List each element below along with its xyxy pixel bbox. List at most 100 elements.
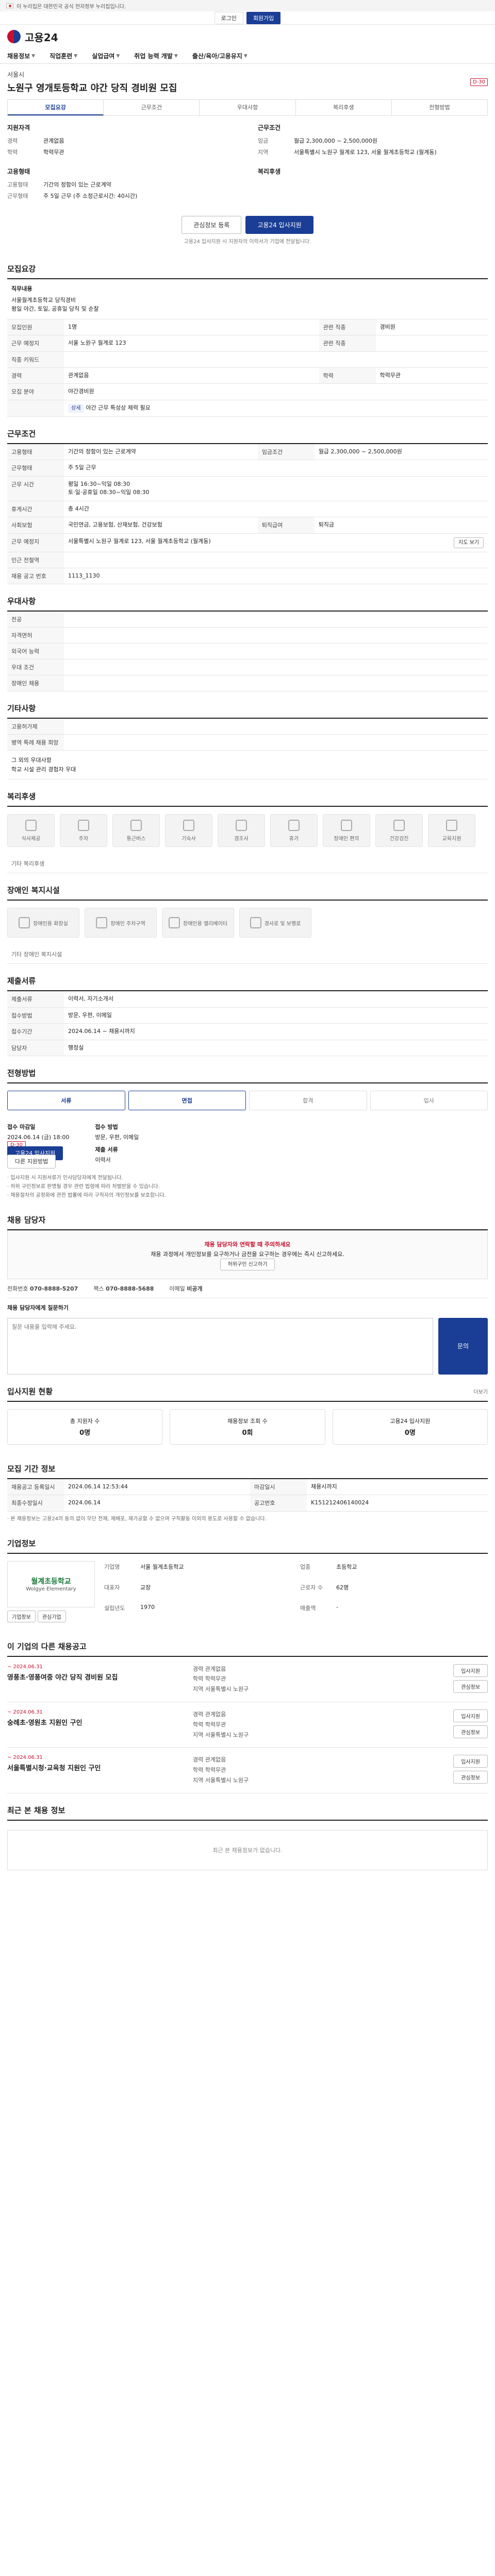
table-row: 장애인 채용: [7, 675, 488, 692]
section-title: 모집요강: [7, 263, 488, 279]
scrap-small-button[interactable]: 관심정보: [453, 1680, 488, 1693]
list-item[interactable]: ~ 2024.06.31 숭례초·영원초 지원인 구인 경력 관계없음 학력 학력무…: [7, 1702, 488, 1748]
more-link[interactable]: 더보기: [473, 1387, 488, 1395]
section-title: 입사지원 현황 더보기: [7, 1386, 488, 1402]
etc-section: 기타사항 고용허가제 병역 특례 채용 희망 그 외의 우대사항 학교 시설 관…: [7, 703, 488, 780]
method-head: 접수 방법: [95, 1124, 118, 1131]
apply-small-button[interactable]: 입사지원: [453, 1709, 488, 1722]
job-description: 직무내용 서울월계초등학교 당직경비 평일 야간, 토일, 공휴일 당직 및 순…: [7, 279, 488, 319]
table-row: 모집 분야 야간경비원: [7, 383, 488, 400]
scrap-small-button[interactable]: 관심정보: [453, 1725, 488, 1738]
apply-small-button[interactable]: 입사지원: [453, 1664, 488, 1677]
summary-value: 학력무관: [43, 149, 64, 156]
selection-notes: · 입사지원 시 지원서류가 인사담당자에게 전달됩니다. · 허위 구인정보로…: [7, 1175, 166, 1199]
elevator-icon: 장애인용 엘리베이터: [162, 908, 234, 938]
tab-selection[interactable]: 전형방법: [392, 100, 487, 115]
welfare-section: 복리후생 식사제공 주차 통근버스 기숙사 경조사 휴가 장애인 편의 건강검진…: [7, 791, 488, 874]
report-button[interactable]: 허위구인 신고하기: [220, 1258, 275, 1270]
stat-card: 채용정보 조회 수 0회: [170, 1409, 325, 1445]
section-title: 기업정보: [7, 1538, 488, 1554]
welfare-access-icon: 장애인 편의: [323, 814, 370, 848]
step-item: 면접: [128, 1091, 246, 1111]
gov-banner-text: 이 누리집은 대한민국 공식 전자정부 누리집입니다.: [16, 4, 126, 10]
question-input[interactable]: [7, 1317, 433, 1375]
docs-table: 제출서류 이력서, 자기소개서 접수방법 방문, 우편, 이메일 접수기간 2024.…: [7, 991, 488, 1057]
table-row: 병역 특례 채용 희망: [7, 734, 488, 751]
gnb-item[interactable]: 직업훈련 ▼: [50, 52, 77, 60]
section-title: 근무조건: [7, 428, 488, 444]
table-row: 접수기간 2024.06.14 ~ 채용시까지: [7, 1023, 488, 1040]
tab-recruit[interactable]: 모집요강: [8, 100, 104, 115]
table-row: 우대 조건: [7, 659, 488, 676]
alt-apply-button[interactable]: 다른 지원방법: [7, 1155, 56, 1169]
gnb-item[interactable]: 출산/육아/고용유지 ▼: [192, 52, 248, 60]
tab-preferences[interactable]: 우대사항: [200, 100, 296, 115]
brand-name[interactable]: 고용24: [25, 29, 58, 44]
docs-section: 제출서류 제출서류 이력서, 자기소개서 접수방법 방문, 우편, 이메일 접수기간…: [7, 975, 488, 1057]
tab-welfare[interactable]: 복리후생: [296, 100, 392, 115]
recent-empty: 최근 본 채용정보가 없습니다.: [7, 1829, 488, 1870]
step-item: 입사: [370, 1091, 488, 1111]
map-button[interactable]: 지도 보기: [454, 537, 484, 548]
preferences-table: 전공 자격면허 외국어 능력 우대 조건 장애인 채용: [7, 612, 488, 692]
contact-row: 전화번호 070-8888-5207 팩스 070-8888-5688 이메일 …: [7, 1279, 488, 1298]
dday-badge: D-30: [470, 78, 488, 86]
join-button[interactable]: 회원가입: [246, 11, 281, 24]
logo-icon[interactable]: [7, 30, 21, 43]
welfare-event-icon: 경조사: [218, 814, 265, 848]
job-summary: 지원자격 경력 관계없음 학력 학력무관 고용형태 고용형태 기간의 정함이 있는 근…: [7, 116, 488, 209]
apply-date: 2024.06.14 (금) 18:00: [7, 1134, 70, 1141]
ramp-icon: 경사로 및 보행로: [239, 908, 311, 938]
summary-key: 임금: [258, 138, 269, 144]
summary-value: 서울특별시 노원구 월계로 123, 서울 월계초등학교 (월계동): [294, 149, 437, 156]
job-actions: 관심정보 등록 고용24 입사지원: [7, 209, 488, 237]
method-value: 방문, 우편, 이메일: [95, 1134, 139, 1141]
welfare-parking-icon: 주차: [60, 814, 107, 848]
section-title: 최근 본 채용 정보: [7, 1805, 488, 1821]
section-title: 모집 기간 정보: [7, 1463, 488, 1479]
summary-heading: 지원자격: [7, 124, 30, 131]
header: 고용24: [0, 25, 495, 48]
login-bar: 로그인 회원가입: [0, 11, 495, 25]
table-row: 담당자 행정실: [7, 1040, 488, 1057]
send-button[interactable]: 문의: [438, 1317, 488, 1375]
list-item[interactable]: ~ 2024.06.31 서울특별시청·교육청 지원인 구인 경력 관계없음 학력 …: [7, 1748, 488, 1793]
scrap-small-button[interactable]: 관심정보: [453, 1771, 488, 1784]
welfare-edu-icon: 교육지원: [428, 814, 475, 848]
favorite-company-button[interactable]: 관심기업: [37, 1610, 66, 1622]
section-title: 우대사항: [7, 596, 488, 612]
conditions-table: 고용형태 기간의 정함이 있는 근로계약 임금조건 월급 2,300,000 ~ 2,…: [7, 444, 488, 585]
table-row: 채용공고 등록일시 2024.06.14 12:53:44 마감일시 채용시까지: [7, 1479, 488, 1496]
warning-title: 채용 담당자와 연락할 때 주의하세요: [204, 1241, 291, 1248]
recent-section: 최근 본 채용 정보 최근 본 채용정보가 없습니다.: [7, 1805, 488, 1870]
section-tabs: 모집요강 근무조건 우대사항 복리후생 전형방법: [7, 99, 488, 116]
apply-small-button[interactable]: 입사지원: [453, 1755, 488, 1768]
period-table: 채용공고 등록일시 2024.06.14 12:53:44 마감일시 채용시까지 최종…: [7, 1479, 488, 1512]
selection-section: 전형방법 서류 면접 합격 입사 접수 마감일 2024.06.14 (금) 1…: [7, 1067, 488, 1203]
company-info-button[interactable]: 기업정보: [7, 1610, 36, 1622]
step-item: 합격: [249, 1091, 367, 1111]
apply-button[interactable]: 고용24 입사지원: [245, 216, 314, 234]
welfare-bus-icon: 통근버스: [112, 814, 160, 848]
summary-heading: 고용형태: [7, 168, 30, 175]
summary-heading: 근무조건: [258, 124, 281, 131]
login-button[interactable]: 로그인: [214, 11, 243, 24]
gnb-item[interactable]: 채용정보 ▼: [7, 52, 35, 60]
job-header: 서울시 노원구 영개토등학교 야간 당직 경비원 모집 D-30: [7, 70, 488, 94]
conditions-section: 근무조건 고용형태 기간의 정함이 있는 근로계약 임금조건 월급 2,300,000…: [7, 428, 488, 585]
tab-conditions[interactable]: 근무조건: [104, 100, 200, 115]
list-item[interactable]: ~ 2024.06.31 영풍초·영풍여중 야간 당직 경비원 모집 경력 관계없…: [7, 1657, 488, 1702]
toilet-icon: 장애인용 화장실: [7, 908, 79, 938]
welfare-icons: 식사제공 주차 통근버스 기숙사 경조사 휴가 장애인 편의 건강검진 교육지원: [7, 807, 488, 854]
table-row: 고용허가제: [7, 719, 488, 735]
chevron-down-icon: ▼: [243, 53, 248, 59]
gnb-item[interactable]: 취업 능력 개발 ▼: [134, 52, 178, 60]
summary-value: 기간의 정함이 있는 근로계약: [43, 181, 111, 188]
company-section: 기업정보 월계초등학교 Wolgye Elementary 기업정보 관심기업 …: [7, 1538, 488, 1630]
gnb-item[interactable]: 실업급여 ▼: [92, 52, 120, 60]
summary-key: 학력: [7, 149, 18, 156]
disabled-icons: 장애인용 화장실 장애인 주차구역 장애인용 엘리베이터 경사로 및 보행로: [7, 901, 488, 945]
welfare-meal-icon: 식사제공: [7, 814, 55, 848]
chevron-down-icon: ▼: [31, 53, 36, 59]
scrap-button[interactable]: 관심정보 등록: [182, 216, 242, 234]
